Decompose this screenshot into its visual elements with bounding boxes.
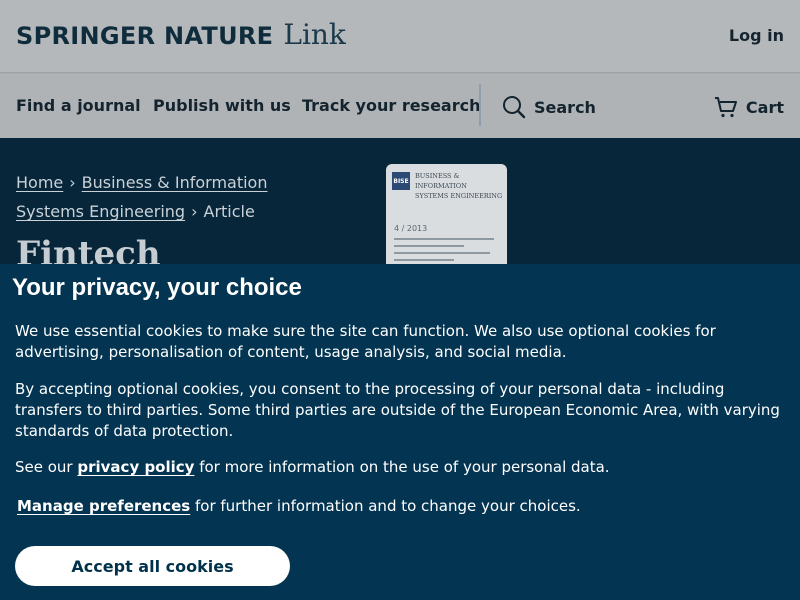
breadcrumb: Home › Business & Information Systems Engi… bbox=[16, 168, 336, 226]
brand-link: Link bbox=[283, 18, 346, 51]
breadcrumb-current: Article bbox=[203, 202, 255, 221]
chevron-right-icon: › bbox=[191, 202, 198, 221]
nav-divider bbox=[479, 84, 481, 126]
cover-text-line bbox=[394, 245, 464, 247]
search-label: Search bbox=[534, 97, 596, 117]
privacy-paragraph-1: We use essential cookies to make sure th… bbox=[15, 322, 716, 361]
accept-all-cookies-button[interactable]: Accept all cookies bbox=[15, 546, 290, 586]
site-header: SPRINGER NATURE Link Log in bbox=[0, 0, 800, 73]
privacy-title: Your privacy, your choice bbox=[12, 274, 302, 301]
bise-logo: BISE bbox=[392, 172, 410, 190]
cover-journal-line-2: SYSTEMS ENGINEERING bbox=[415, 192, 503, 200]
chevron-right-icon: › bbox=[69, 173, 76, 192]
main-nav: Find a journal Publish with us Track you… bbox=[0, 74, 800, 138]
cover-journal-line-1: BUSINESS & INFORMATION bbox=[415, 172, 467, 190]
cover-text-line bbox=[394, 238, 494, 240]
article-hero: Home › Business & Information Systems Engi… bbox=[0, 138, 800, 274]
cart-button[interactable]: Cart bbox=[714, 95, 784, 119]
search-button[interactable]: Search bbox=[502, 95, 596, 119]
springer-nature-link-logo[interactable]: SPRINGER NATURE Link bbox=[16, 18, 346, 51]
privacy-paragraph-4: Manage preferences for further informati… bbox=[17, 496, 787, 517]
cart-label: Cart bbox=[745, 97, 784, 117]
nav-find-journal[interactable]: Find a journal bbox=[16, 96, 141, 115]
cover-text-line bbox=[394, 252, 490, 254]
brand-main: SPRINGER NATURE bbox=[16, 22, 274, 50]
privacy-text: for further information and to change yo… bbox=[190, 497, 581, 515]
login-link[interactable]: Log in bbox=[729, 26, 784, 45]
nav-publish-with-us[interactable]: Publish with us bbox=[153, 96, 291, 115]
nav-track-research[interactable]: Track your research bbox=[302, 96, 481, 115]
breadcrumb-home[interactable]: Home bbox=[16, 173, 63, 192]
privacy-text: See our bbox=[15, 458, 78, 476]
search-icon bbox=[502, 95, 526, 119]
privacy-text: for more information on the use of your … bbox=[194, 458, 610, 476]
journal-cover-image[interactable]: BISE BUSINESS & INFORMATION SYSTEMS ENGI… bbox=[386, 164, 507, 266]
privacy-paragraph-2: By accepting optional cookies, you conse… bbox=[15, 380, 780, 440]
cover-text-line bbox=[394, 259, 454, 261]
privacy-policy-link[interactable]: privacy policy bbox=[77, 458, 194, 476]
privacy-banner: Your privacy, your choice We use essenti… bbox=[0, 264, 800, 600]
cover-issue: 4 / 2013 bbox=[394, 224, 428, 233]
cart-icon bbox=[714, 95, 738, 119]
cover-journal-name: BUSINESS & INFORMATION SYSTEMS ENGINEERI… bbox=[415, 171, 507, 201]
manage-preferences-link[interactable]: Manage preferences bbox=[17, 497, 190, 515]
privacy-paragraph-3: See our privacy policy for more informat… bbox=[15, 457, 785, 478]
